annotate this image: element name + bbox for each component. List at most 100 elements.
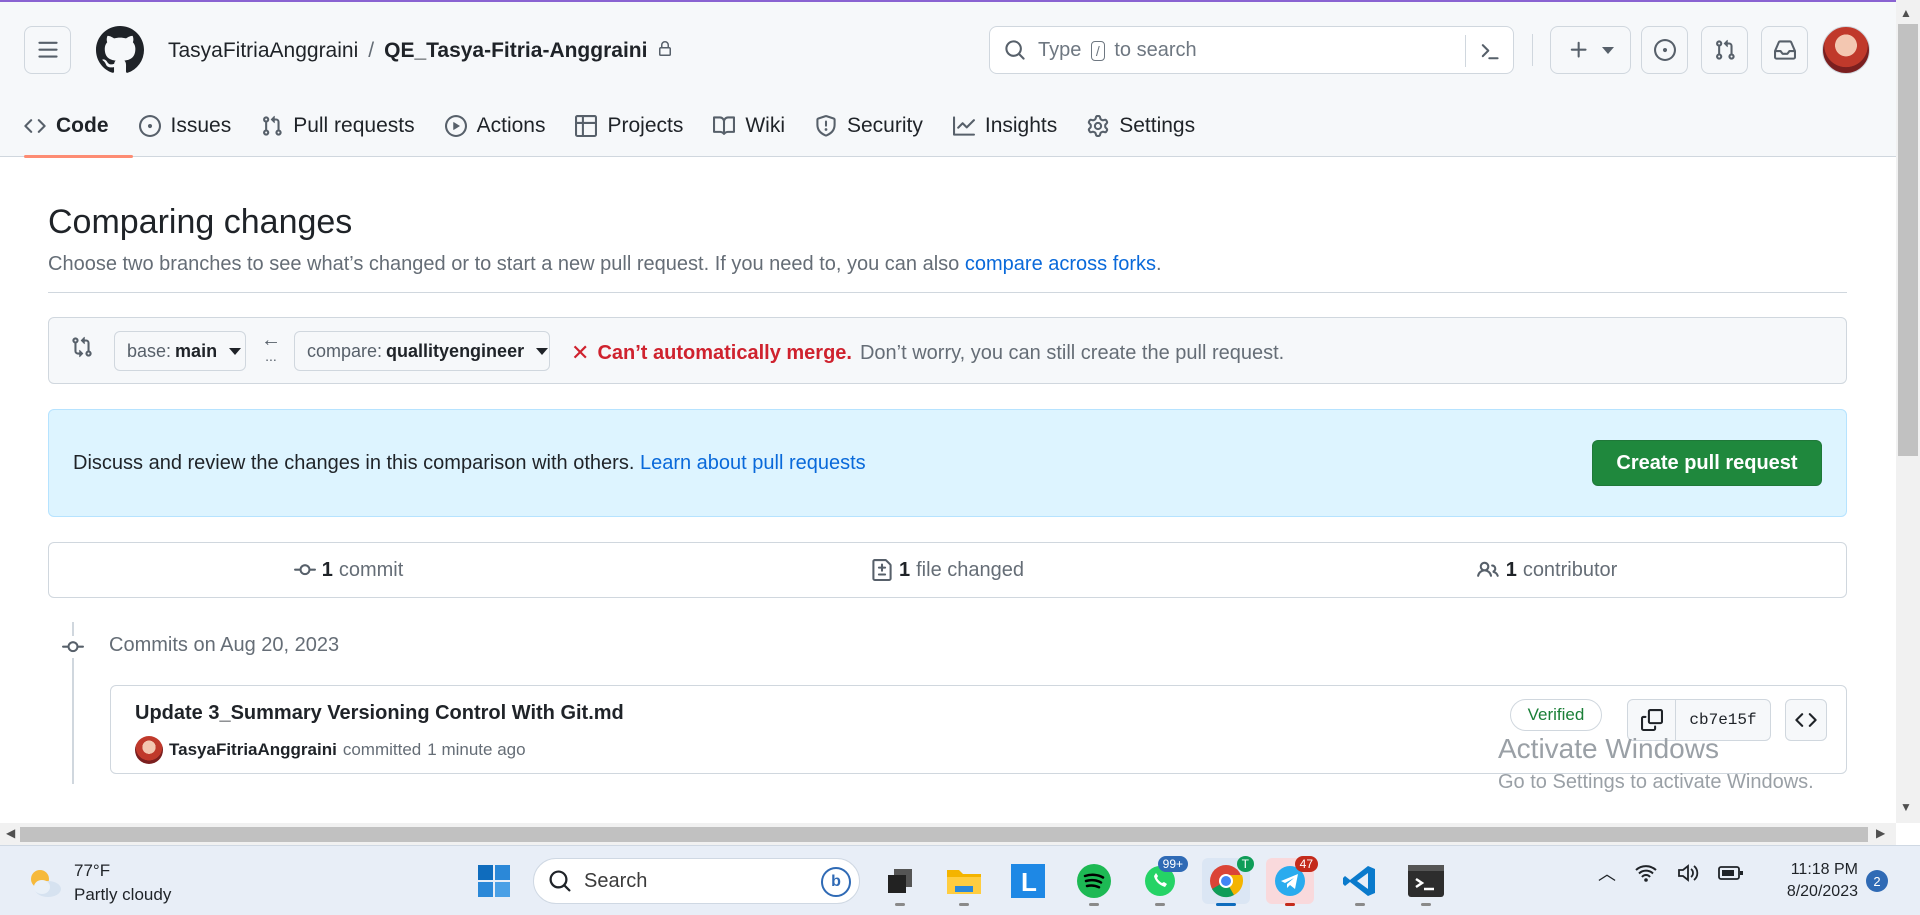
windows-activation-watermark: Activate Windows Go to Settings to activ… [1498,733,1814,793]
compare-branch-select[interactable]: compare: quallityengineer [294,331,550,371]
code-icon [24,119,46,133]
github-logo-icon[interactable] [96,26,144,74]
notification-badge[interactable]: 2 [1866,870,1888,892]
repo-nav-tabs: Code Issues Pull requests Actions Projec… [24,106,1225,146]
commit-author-link[interactable]: TasyaFitriaAnggraini [169,740,337,760]
tab-security[interactable]: Security [815,106,923,146]
clock-date: 8/20/2023 [1786,883,1858,900]
tab-insights[interactable]: Insights [952,106,1057,146]
clock-time: 11:18 PM [1790,861,1858,878]
chrome-icon[interactable]: T [1202,856,1254,906]
repo-owner-link[interactable]: TasyaFitriaAnggraini [168,39,358,63]
create-new-button[interactable] [1550,26,1631,74]
commits-summary[interactable]: 1 commit [49,559,648,582]
pull-request-icon [263,115,282,136]
windows-start-icon[interactable] [470,858,518,904]
tab-issues[interactable]: Issues [138,106,231,146]
shield-icon [816,115,836,137]
commit-meta: TasyaFitriaAnggraini committed 1 minute … [135,736,526,764]
tab-settings[interactable]: Settings [1087,106,1195,146]
running-indicator [1089,903,1099,906]
tab-pull-requests[interactable]: Pull requests [261,106,415,146]
weather-temp: 77°F [74,861,111,880]
search-input[interactable]: Type / to search [989,26,1514,74]
author-avatar[interactable] [135,736,163,764]
tab-actions[interactable]: Actions [444,106,546,146]
wifi-icon[interactable] [1634,863,1658,883]
commit-title-link[interactable]: Update 3_Summary Versioning Control With… [135,702,624,725]
base-branch-select[interactable]: base: main [114,331,246,371]
spotify-icon[interactable] [1070,858,1118,906]
verified-badge[interactable]: Verified [1510,699,1602,731]
vertical-scrollbar-thumb[interactable] [1898,24,1918,456]
inbox-button[interactable] [1761,26,1808,74]
scroll-right-icon[interactable]: ▶ [1876,826,1885,840]
pull-requests-button[interactable] [1701,26,1748,74]
telegram-icon[interactable]: 47 [1266,856,1318,906]
chrome-profile-badge: T [1236,856,1254,872]
tab-label: Security [847,114,923,137]
chevron-up-icon[interactable]: ︿ [1598,860,1616,886]
task-view-icon[interactable] [876,858,924,906]
issue-icon [138,115,161,137]
files-changed-summary[interactable]: 1 file changed [648,559,1247,582]
running-indicator [895,903,905,906]
command-palette-icon[interactable] [1465,35,1513,67]
search-icon [1005,40,1025,60]
plus-icon [1570,41,1587,58]
tab-label: Projects [607,114,684,137]
taskbar-clock[interactable]: 11:18 PM 8/20/2023 [1768,859,1858,903]
contributors-summary[interactable]: 1 contributor [1247,559,1846,582]
whatsapp-icon[interactable]: 99+ [1136,856,1188,906]
issues-button[interactable] [1641,26,1688,74]
tab-code[interactable]: Code [24,106,109,146]
git-compare-icon[interactable] [71,336,93,363]
windows-taskbar: 77°F Partly cloudy Search b L 99+ T 47 ︿… [0,845,1920,915]
weather-widget[interactable]: 77°F Partly cloudy [24,859,171,907]
weather-condition: Partly cloudy [74,885,172,904]
terminal-icon[interactable] [1402,858,1450,906]
breadcrumb-separator: / [368,39,375,62]
gear-icon [1088,115,1109,137]
scroll-down-icon[interactable]: ▼ [1900,800,1912,814]
learning-app-icon[interactable]: L [1004,858,1052,904]
repo-name-link[interactable]: QE_Tasya-Fitria-Anggraini [384,39,647,63]
search-icon [549,870,571,892]
scroll-left-icon[interactable]: ◀ [6,826,15,840]
book-icon [713,116,736,135]
compare-across-forks-link[interactable]: compare across forks [965,253,1156,275]
repo-header: TasyaFitriaAnggraini / QE_Tasya-Fitria-A… [0,2,1896,158]
running-indicator [1155,903,1165,906]
battery-icon[interactable] [1718,865,1744,881]
volume-icon[interactable] [1676,863,1700,883]
commit-icon [293,564,316,576]
chevron-down-icon [1601,46,1614,54]
menu-button[interactable] [24,26,71,74]
file-explorer-icon[interactable] [940,858,988,906]
tab-wiki[interactable]: Wiki [713,106,785,146]
divider [48,292,1847,293]
active-tab-indicator [24,155,133,158]
pull-request-icon [1715,39,1735,60]
scroll-up-icon[interactable]: ▲ [1900,6,1912,20]
tab-projects[interactable]: Projects [575,106,683,146]
people-icon [1476,561,1499,577]
tab-label: Actions [476,114,546,137]
partly-cloudy-icon [24,863,64,903]
chevron-down-icon [536,347,549,355]
user-avatar[interactable] [1822,26,1870,74]
learn-about-pull-requests-link[interactable]: Learn about pull requests [640,452,866,474]
bing-icon[interactable]: b [821,867,851,897]
create-pull-request-button[interactable]: Create pull request [1592,440,1822,486]
taskbar-search-input[interactable]: Search b [533,858,860,904]
table-icon [575,115,598,137]
horizontal-scrollbar-thumb[interactable] [20,827,1868,842]
create-pr-banner: Discuss and review the changes in this c… [48,409,1847,517]
play-icon [444,115,467,137]
chevron-down-icon [229,347,242,355]
vscode-icon[interactable] [1336,858,1384,906]
whatsapp-badge: 99+ [1157,856,1188,872]
svg-text:L: L [1021,867,1037,897]
copy-icon [1640,709,1663,731]
code-icon [1795,713,1817,727]
